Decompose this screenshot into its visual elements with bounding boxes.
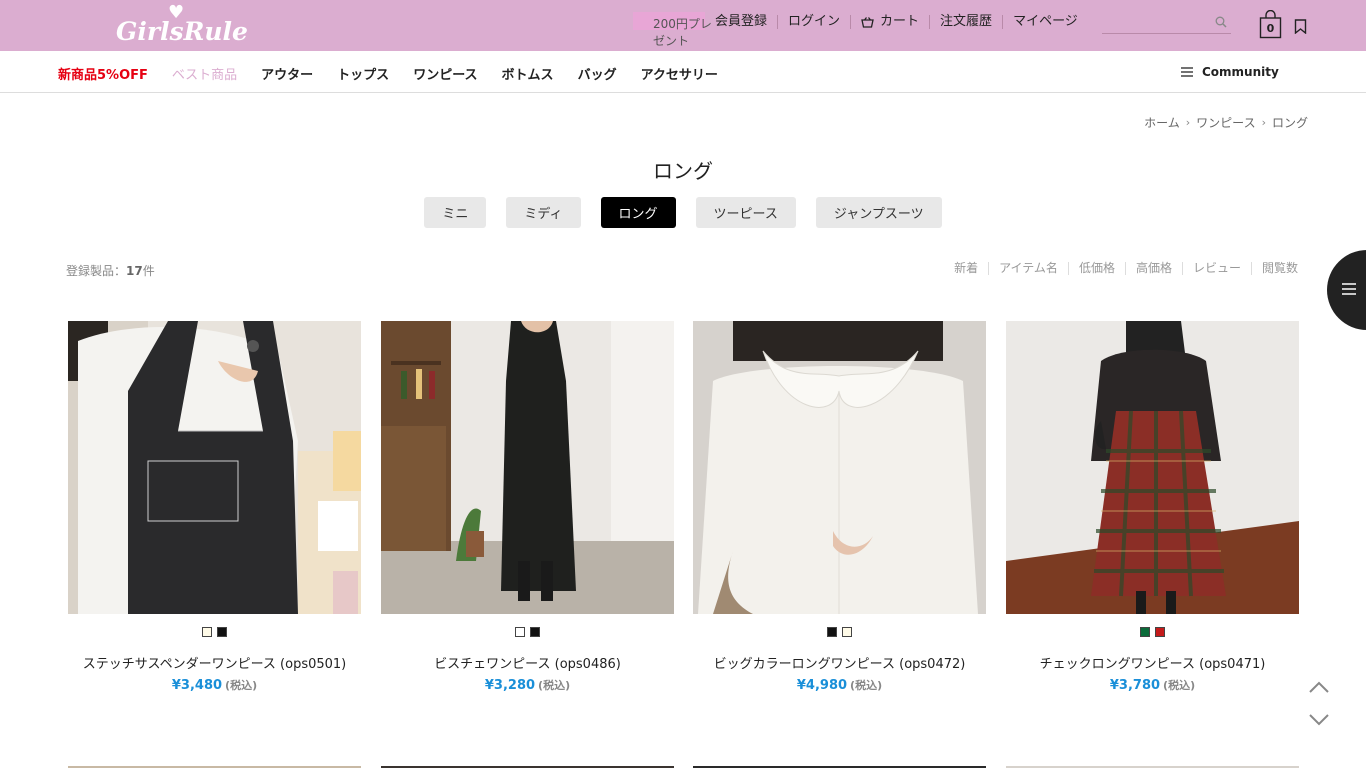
category-onepiece[interactable]: ワンピース bbox=[413, 64, 477, 83]
tab-midi[interactable]: ミディ bbox=[506, 197, 581, 228]
breadcrumb-onepiece[interactable]: ワンピース bbox=[1196, 114, 1255, 131]
promo-text[interactable]: 200円プレゼント bbox=[653, 16, 715, 50]
swatch-white[interactable] bbox=[515, 627, 525, 637]
product-price: ¥3,780 (税込) bbox=[1006, 677, 1299, 693]
community-link[interactable]: Community bbox=[1181, 65, 1279, 79]
category-best[interactable]: ベスト商品 bbox=[172, 64, 237, 83]
chevron-right-icon: › bbox=[1261, 116, 1266, 129]
logo-text: GirlsRule bbox=[116, 17, 248, 46]
product-card[interactable]: チェックロングワンピース (ops0471) ¥3,780 (税込) bbox=[1006, 321, 1299, 693]
product-card[interactable]: ステッチサスペンダーワンピース (ops0501) ¥3,480 (税込) bbox=[68, 321, 361, 693]
chevron-down-icon[interactable] bbox=[1307, 711, 1331, 729]
product-count-value: 17 bbox=[126, 264, 143, 278]
sort-low-price[interactable]: 低価格 bbox=[1067, 262, 1125, 275]
product-name[interactable]: ビッグカラーロングワンピース (ops0472) bbox=[693, 653, 986, 672]
product-name[interactable]: ステッチサスペンダーワンピース (ops0501) bbox=[68, 653, 361, 672]
top-nav: 会員登録 ログイン カート 注文履歴 マイページ bbox=[715, 15, 1088, 29]
sort-new[interactable]: 新着 bbox=[944, 262, 988, 275]
sort-name[interactable]: アイテム名 bbox=[988, 262, 1068, 275]
color-swatches bbox=[68, 627, 361, 639]
color-swatches bbox=[693, 627, 986, 639]
product-name[interactable]: チェックロングワンピース (ops0471) bbox=[1006, 653, 1299, 672]
nav-cart-label: カート bbox=[880, 14, 920, 29]
price-value: ¥3,280 bbox=[484, 678, 536, 693]
category-nav: 新商品5%OFF ベスト商品 アウター トップス ワンピース ボトムス バッグ … bbox=[0, 51, 1366, 93]
nav-register[interactable]: 会員登録 bbox=[715, 15, 777, 29]
cart-count: 0 bbox=[1266, 22, 1275, 35]
swatch-red[interactable] bbox=[1155, 627, 1165, 637]
search-input[interactable] bbox=[1102, 12, 1231, 34]
swatch-cream[interactable] bbox=[202, 627, 212, 637]
tab-twopiece[interactable]: ツーピース bbox=[695, 197, 796, 228]
swatch-cream[interactable] bbox=[842, 627, 852, 637]
hamburger-icon bbox=[1342, 283, 1356, 295]
swatch-black[interactable] bbox=[217, 627, 227, 637]
category-outer[interactable]: アウター bbox=[261, 64, 313, 83]
tab-mini[interactable]: ミニ bbox=[424, 197, 487, 228]
swatch-green[interactable] bbox=[1140, 627, 1150, 637]
hamburger-icon bbox=[1181, 67, 1193, 77]
tax-label: (税込) bbox=[1163, 679, 1196, 692]
price-value: ¥4,980 bbox=[796, 678, 848, 693]
price-value: ¥3,780 bbox=[1109, 678, 1161, 693]
breadcrumb-home[interactable]: ホーム bbox=[1144, 114, 1180, 131]
breadcrumb: ホーム › ワンピース › ロング bbox=[1144, 114, 1308, 131]
nav-login[interactable]: ログイン bbox=[777, 15, 850, 29]
color-swatches bbox=[1006, 627, 1299, 639]
cart-bag-button[interactable]: 0 bbox=[1259, 9, 1282, 39]
category-bag[interactable]: バッグ bbox=[578, 64, 617, 83]
top-bar: ♥ GirlsRule 200円プレゼント 会員登録 ログイン カート 注文履歴… bbox=[0, 0, 1366, 51]
sort-views[interactable]: 閲覧数 bbox=[1250, 262, 1298, 275]
chevron-up-icon[interactable] bbox=[1307, 678, 1331, 696]
nav-cart[interactable]: カート bbox=[850, 15, 929, 29]
swatch-black[interactable] bbox=[827, 627, 837, 637]
subcategory-tabs: ミニ ミディ ロング ツーピース ジャンプスーツ bbox=[0, 197, 1366, 228]
tab-long[interactable]: ロング bbox=[600, 197, 676, 228]
chevron-right-icon: › bbox=[1185, 116, 1191, 129]
nav-mypage[interactable]: マイページ bbox=[1002, 15, 1088, 29]
site-logo[interactable]: ♥ GirlsRule bbox=[116, 4, 248, 50]
tax-label: (税込) bbox=[225, 679, 258, 692]
product-image[interactable] bbox=[68, 321, 361, 614]
nav-order-history[interactable]: 注文履歴 bbox=[929, 15, 1002, 29]
sort-high-price[interactable]: 高価格 bbox=[1124, 262, 1182, 275]
category-tops[interactable]: トップス bbox=[337, 64, 389, 83]
page-title: ロング bbox=[653, 159, 713, 183]
community-label: Community bbox=[1202, 65, 1279, 79]
side-menu-button[interactable] bbox=[1327, 250, 1366, 330]
swatch-black[interactable] bbox=[530, 627, 540, 637]
sort-options: 新着 アイテム名 低価格 高価格 レビュー 閲覧数 bbox=[944, 262, 1298, 275]
product-price: ¥3,480 (税込) bbox=[68, 677, 361, 693]
color-swatches bbox=[381, 627, 674, 639]
cart-icon bbox=[861, 16, 874, 28]
product-card[interactable]: ビッグカラーロングワンピース (ops0472) ¥4,980 (税込) bbox=[693, 321, 986, 693]
search-icon[interactable] bbox=[1215, 16, 1227, 28]
price-value: ¥3,480 bbox=[171, 678, 223, 693]
product-name[interactable]: ビスチェワンピース (ops0486) bbox=[381, 653, 674, 672]
tab-jumpsuit[interactable]: ジャンプスーツ bbox=[815, 197, 942, 228]
tax-label: (税込) bbox=[850, 679, 883, 692]
product-count-unit: 件 bbox=[142, 264, 155, 278]
breadcrumb-long[interactable]: ロング bbox=[1272, 114, 1308, 131]
product-image[interactable] bbox=[1006, 321, 1299, 614]
product-image[interactable] bbox=[693, 321, 986, 614]
category-new[interactable]: 新商品5%OFF bbox=[58, 64, 148, 83]
sort-review[interactable]: レビュー bbox=[1181, 262, 1251, 275]
category-bottoms[interactable]: ボトムス bbox=[502, 64, 554, 83]
tax-label: (税込) bbox=[538, 679, 571, 692]
product-count: 登録製品：17件 bbox=[66, 262, 155, 279]
product-card[interactable]: ビスチェワンピース (ops0486) ¥3,280 (税込) bbox=[381, 321, 674, 693]
product-image[interactable] bbox=[381, 321, 674, 614]
product-count-label: 登録製品： bbox=[66, 264, 127, 278]
bookmark-icon[interactable] bbox=[1294, 19, 1307, 34]
product-price: ¥4,980 (税込) bbox=[693, 677, 986, 693]
product-price: ¥3,280 (税込) bbox=[381, 677, 674, 693]
category-accessory[interactable]: アクセサリー bbox=[641, 64, 718, 83]
